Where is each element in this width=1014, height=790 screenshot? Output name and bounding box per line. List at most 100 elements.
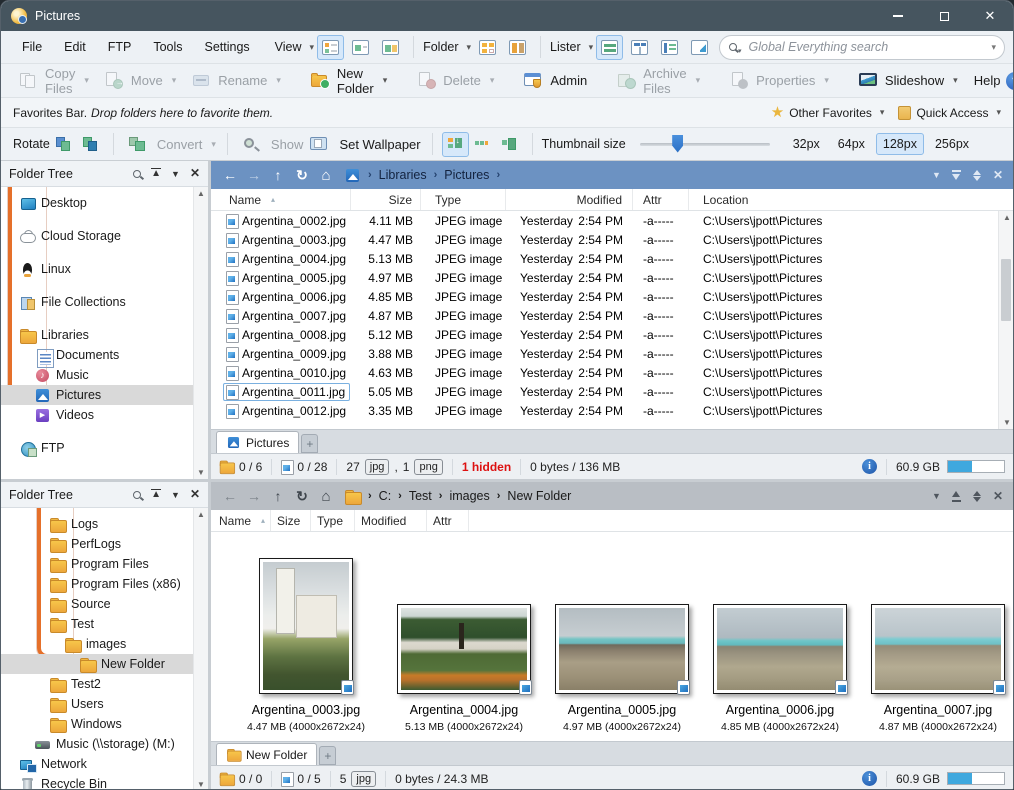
up-icon[interactable]: ↑ [267, 488, 289, 504]
chevron-down-icon[interactable]: ▾ [467, 42, 472, 53]
column-header-size[interactable]: Size [351, 189, 421, 210]
thumb-mode-3-button[interactable] [496, 132, 523, 157]
close-pane-icon[interactable]: ✕ [993, 170, 1003, 181]
column-header-size[interactable]: Size [271, 510, 311, 531]
view-mode-list-button[interactable] [347, 35, 374, 60]
thumb-mode-2-button[interactable] [469, 132, 496, 157]
refresh-icon[interactable]: ↻ [291, 167, 313, 184]
column-header-modified[interactable]: Modified [506, 189, 633, 210]
file-row[interactable]: Argentina_0008.jpg5.12 MBJPEG imageYeste… [211, 325, 1013, 344]
tree-item-logs[interactable]: Logs [1, 514, 208, 534]
path-dropdown-icon[interactable]: ▼ [932, 170, 941, 180]
breadcrumb-item-c[interactable]: C: [379, 489, 392, 503]
resize-pane-icon[interactable] [972, 491, 983, 502]
info-icon[interactable]: i [862, 459, 877, 474]
view-mode-thumbnails-button[interactable] [377, 35, 404, 60]
tree-item-linux[interactable]: Linux [1, 259, 208, 279]
resize-pane-icon[interactable] [972, 170, 983, 181]
file-row[interactable]: Argentina_0004.jpg5.13 MBJPEG imageYeste… [211, 249, 1013, 268]
thumbnail-item-argentina-0005-jpg[interactable]: Argentina_0005.jpg4.97 MB (4000x2672x24) [547, 538, 697, 733]
convert-button[interactable]: Convert ▾ [123, 132, 218, 157]
toolbar-button-copy-files[interactable]: Copy Files▾ [11, 62, 97, 100]
collapse-pane-icon[interactable] [951, 170, 962, 181]
column-header-type[interactable]: Type [421, 189, 506, 210]
scroll-down-icon[interactable]: ▼ [1003, 418, 1011, 427]
column-header-attr[interactable]: Attr [633, 189, 689, 210]
thumbnail-size-slider[interactable] [640, 143, 770, 146]
other-favorites-button[interactable]: ★ Other Favorites ▾ [771, 105, 885, 120]
thumbnail-size-128px[interactable]: 128px [876, 133, 924, 155]
list-scrollbar[interactable]: ▲ ▼ [998, 211, 1013, 429]
thumbnail-size-256px[interactable]: 256px [928, 133, 976, 155]
forward-icon[interactable]: → [243, 488, 265, 504]
chevron-down-icon[interactable]: ▾ [310, 42, 315, 53]
lister-horizontal-button[interactable] [596, 35, 623, 60]
tree-item-test2[interactable]: Test2 [1, 674, 208, 694]
search-input[interactable] [749, 40, 992, 54]
tree-item-videos[interactable]: Videos [1, 405, 208, 425]
tree-item-desktop[interactable]: Desktop [1, 193, 208, 213]
menu-ftp[interactable]: FTP [97, 36, 143, 58]
minimize-button[interactable] [875, 1, 921, 31]
toolbar-button-admin[interactable]: Admin [516, 68, 595, 93]
tree-search-icon[interactable] [133, 170, 141, 178]
thumbnail-item-argentina-0006-jpg[interactable]: Argentina_0006.jpg4.85 MB (4000x2672x24) [705, 538, 855, 733]
file-row[interactable]: Argentina_0007.jpg4.87 MBJPEG imageYeste… [211, 306, 1013, 325]
file-row[interactable]: Argentina_0003.jpg4.47 MBJPEG imageYeste… [211, 230, 1013, 249]
tree-item-program-files-x86[interactable]: Program Files (x86) [1, 574, 208, 594]
home-icon[interactable]: ⌂ [315, 167, 337, 184]
menu-edit[interactable]: Edit [53, 36, 97, 58]
column-header-name[interactable]: Name▴ [211, 189, 351, 210]
folder-menu-label[interactable]: Folder [423, 40, 458, 54]
thumb-mode-1-button[interactable] [442, 132, 469, 157]
menu-file[interactable]: File [11, 36, 53, 58]
file-row[interactable]: Argentina_0006.jpg4.85 MBJPEG imageYeste… [211, 287, 1013, 306]
close-pane-icon[interactable]: ✕ [993, 491, 1003, 502]
folder-columns-button[interactable] [504, 35, 531, 60]
rotate-left-button[interactable] [50, 132, 77, 157]
breadcrumb-item-pictures[interactable]: Pictures [444, 168, 489, 182]
file-row[interactable]: Argentina_0005.jpg4.97 MBJPEG imageYeste… [211, 268, 1013, 287]
scrollbar-thumb[interactable] [1001, 259, 1011, 321]
breadcrumb-item-test[interactable]: Test [409, 489, 432, 503]
tree-collapse-all-icon[interactable]: ▲ [151, 168, 161, 179]
thumbnail-item-argentina-0007-jpg[interactable]: Argentina_0007.jpg4.87 MB (4000x2672x24) [863, 538, 1013, 733]
menu-settings[interactable]: Settings [194, 36, 261, 58]
back-icon[interactable]: ← [219, 167, 241, 183]
column-header-attr[interactable]: Attr [427, 510, 469, 531]
forward-icon[interactable]: → [243, 167, 265, 183]
tree-item-source[interactable]: Source [1, 594, 208, 614]
toolbar-button-help[interactable]: Help?▾ [966, 68, 1014, 94]
view-mode-details-button[interactable] [317, 35, 344, 60]
lister-vertical-button[interactable] [626, 35, 653, 60]
thumbnail-size-32px[interactable]: 32px [786, 133, 827, 155]
toolbar-button-slideshow[interactable]: Slideshow▾ [851, 68, 966, 93]
tree-item-documents[interactable]: Documents [1, 345, 208, 365]
add-tab-button[interactable]: + [319, 746, 336, 765]
tree-close-icon[interactable]: ✕ [190, 168, 200, 179]
thumbnail-item-argentina-0003-jpg[interactable]: Argentina_0003.jpg4.47 MB (4000x2672x24) [231, 538, 381, 733]
tree-item-users[interactable]: Users [1, 694, 208, 714]
tree-search-icon[interactable] [133, 491, 141, 499]
file-row[interactable]: Argentina_0012.jpg3.35 MBJPEG imageYeste… [211, 401, 1013, 420]
lister-viewer-button[interactable] [686, 35, 713, 60]
file-row[interactable]: Argentina_0011.jpg5.05 MBJPEG imageYeste… [211, 382, 1013, 401]
thumbnail-size-64px[interactable]: 64px [831, 133, 872, 155]
quick-access-button[interactable]: Quick Access ▾ [898, 106, 1001, 120]
up-icon[interactable]: ↑ [267, 167, 289, 183]
file-row[interactable]: Argentina_0010.jpg4.63 MBJPEG imageYeste… [211, 363, 1013, 382]
favorites-bar[interactable]: Favorites Bar. Drop folders here to favo… [1, 98, 1013, 128]
breadcrumb-item-libraries[interactable]: Libraries [379, 168, 427, 182]
menu-tools[interactable]: Tools [142, 36, 193, 58]
toolbar-button-rename[interactable]: Rename▾ [184, 68, 289, 93]
slider-handle[interactable] [672, 135, 683, 153]
file-row[interactable]: Argentina_0002.jpg4.11 MBJPEG imageYeste… [211, 211, 1013, 230]
chevron-down-icon[interactable]: ▾ [589, 42, 594, 53]
tree-item-cloud-storage[interactable]: Cloud Storage [1, 226, 208, 246]
tree-item-libraries[interactable]: Libraries [1, 325, 208, 345]
toolbar-button-new-folder[interactable]: New Folder▾ [303, 62, 395, 100]
thumbnail-item-argentina-0004-jpg[interactable]: Argentina_0004.jpg5.13 MB (4000x2672x24) [389, 538, 539, 733]
chevron-down-icon[interactable]: ▾ [991, 42, 996, 53]
expand-pane-icon[interactable] [951, 491, 962, 502]
file-row[interactable]: Argentina_0009.jpg3.88 MBJPEG imageYeste… [211, 344, 1013, 363]
